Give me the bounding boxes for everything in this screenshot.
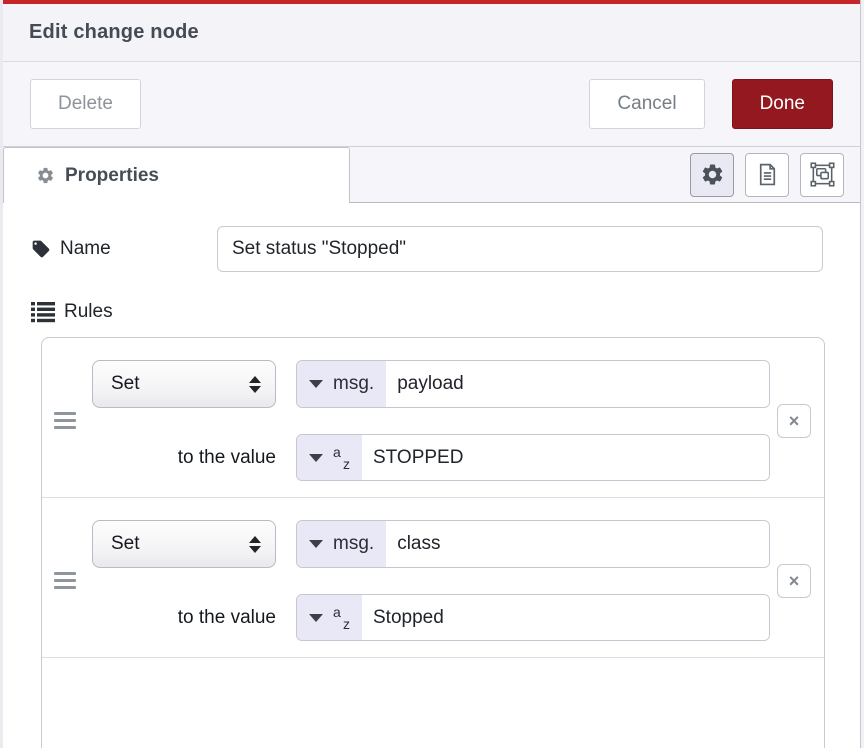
rule-1-action-value: Set	[111, 373, 140, 395]
rule-2-value-input-group: az	[296, 594, 770, 641]
chevron-down-icon	[309, 454, 323, 462]
select-arrows-icon	[249, 536, 261, 553]
editor-icon-buttons	[690, 153, 844, 197]
string-type-icon: az	[333, 444, 350, 472]
properties-gear-button[interactable]	[690, 153, 734, 197]
chevron-down-icon	[309, 614, 323, 622]
editor-tab-row: Properties	[3, 147, 860, 203]
name-field-row: Name	[31, 226, 823, 272]
gear-icon	[700, 162, 725, 187]
object-group-icon	[810, 162, 835, 187]
close-icon: ×	[789, 572, 800, 590]
rule-2-drag-handle[interactable]	[54, 572, 92, 589]
select-arrows-icon	[249, 376, 261, 393]
rule-row-1: Set msg. to the value	[42, 338, 824, 498]
rule-2-property-type-button[interactable]: msg.	[297, 521, 386, 567]
name-label: Name	[60, 238, 111, 260]
rule-2-value-input[interactable]	[362, 595, 769, 640]
rule-1-property-input[interactable]	[386, 361, 769, 407]
tab-properties[interactable]: Properties	[3, 147, 350, 203]
rule-2-remove-wrap: ×	[770, 564, 814, 598]
rule-1-property-type-button[interactable]: msg.	[297, 361, 386, 407]
delete-button[interactable]: Delete	[30, 79, 141, 129]
gear-icon	[36, 166, 55, 185]
properties-panel: Name Rules	[3, 203, 860, 748]
document-icon	[755, 162, 780, 187]
appearance-button[interactable]	[800, 153, 844, 197]
rule-1-property-input-group: msg.	[296, 360, 770, 408]
rule-1-value-input[interactable]	[362, 435, 769, 480]
chevron-down-icon	[309, 380, 323, 388]
tab-properties-label: Properties	[65, 165, 159, 187]
rule-1-drag-handle[interactable]	[54, 412, 92, 429]
rule-2-action-value: Set	[111, 533, 140, 555]
rules-list: Set msg. to the value	[41, 337, 825, 748]
rule-2-fields: Set msg. to the value	[92, 520, 770, 641]
rules-label: Rules	[64, 301, 113, 323]
rule-1-to-label: to the value	[92, 434, 276, 481]
rule-2-remove-button[interactable]: ×	[777, 564, 811, 598]
name-label-group: Name	[31, 238, 217, 260]
rule-1-value-type-button[interactable]: az	[297, 435, 362, 480]
rule-1-value-input-group: az	[296, 434, 770, 481]
string-type-icon: az	[333, 604, 350, 632]
tag-icon	[31, 239, 51, 259]
rule-2-action-select[interactable]: Set	[92, 520, 276, 568]
edit-node-dialog: Edit change node Delete Cancel Done Prop…	[0, 0, 861, 748]
dialog-header: Edit change node	[3, 4, 860, 62]
dialog-button-bar: Delete Cancel Done	[3, 62, 860, 147]
rule-row-2: Set msg. to the value	[42, 498, 824, 658]
list-icon	[31, 301, 55, 323]
rule-2-property-input[interactable]	[386, 521, 769, 567]
drag-handle-icon	[54, 412, 76, 429]
rule-2-value-type-button[interactable]: az	[297, 595, 362, 640]
rule-2-property-prefix: msg.	[333, 533, 374, 555]
name-input-wrap	[217, 226, 823, 272]
rules-label-group: Rules	[31, 301, 823, 323]
description-button[interactable]	[745, 153, 789, 197]
rule-1-remove-button[interactable]: ×	[777, 404, 811, 438]
done-button[interactable]: Done	[732, 79, 833, 129]
name-input[interactable]	[217, 226, 823, 272]
rule-2-property-input-group: msg.	[296, 520, 770, 568]
rule-2-to-label: to the value	[92, 594, 276, 641]
close-icon: ×	[789, 412, 800, 430]
rule-1-action-select[interactable]: Set	[92, 360, 276, 408]
cancel-button[interactable]: Cancel	[589, 79, 704, 129]
rule-1-fields: Set msg. to the value	[92, 360, 770, 481]
dialog-title: Edit change node	[29, 21, 199, 44]
rule-1-remove-wrap: ×	[770, 404, 814, 438]
drag-handle-icon	[54, 572, 76, 589]
chevron-down-icon	[309, 540, 323, 548]
rule-1-property-prefix: msg.	[333, 373, 374, 395]
